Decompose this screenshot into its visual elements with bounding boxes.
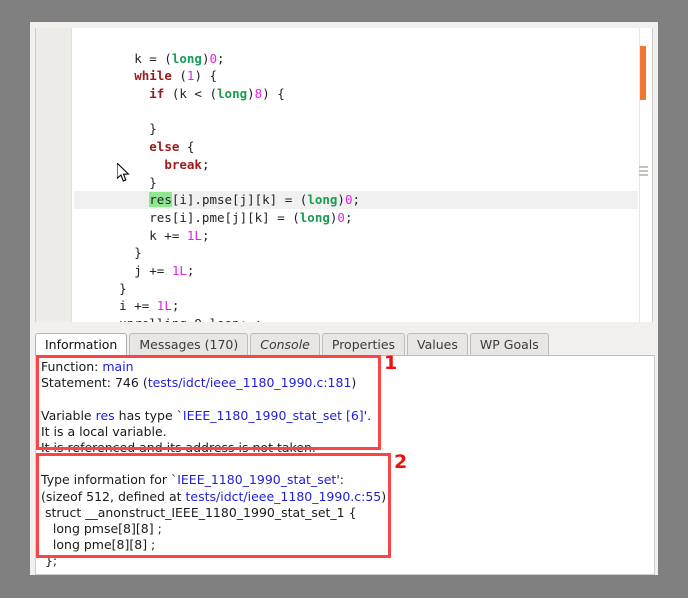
splitter-grip-icon[interactable] (639, 166, 648, 177)
code-line: break; (164, 156, 210, 172)
bottom-panel-tabbar: Information Messages (170) Console Prope… (35, 333, 655, 356)
tab-label: Information (45, 337, 118, 352)
code-line: } (74, 245, 142, 261)
variable-mid: has type ` (118, 407, 183, 423)
code-editor-frame[interactable]: k = (long)0; while (1) { if (k < (long)8… (35, 28, 653, 323)
tab-information[interactable]: Information (35, 333, 128, 355)
code-line-highlighted: res[i].pmse[j][k] = (long)0; (74, 191, 638, 209)
function-label: Function: (41, 359, 99, 374)
variable-name-link[interactable]: res (96, 408, 115, 423)
source-code-text[interactable]: k = (long)0; while (1) { if (k < (long)8… (74, 28, 638, 322)
code-line: res[i].pme[j][k] = (long)0; (74, 209, 353, 225)
tab-messages[interactable]: Messages (170) (129, 333, 249, 355)
editor-scroll-marker[interactable] (640, 46, 646, 100)
code-line: k += 1L; (74, 227, 210, 243)
code-line: j += 1L; (74, 262, 195, 278)
information-block-1: Function: main Statement: 746 (tests/idct… (41, 359, 652, 456)
statement-location-link[interactable]: tests/idct/ieee_1180_1990.c:181 (148, 375, 352, 390)
tab-console[interactable]: Console (250, 333, 320, 355)
statement-label: Statement: (41, 375, 111, 391)
code-line: i += 1L; (74, 298, 180, 314)
statement-line: Statement: 746 (tests/idct/ieee_1180_199… (41, 375, 357, 391)
struct-field-pmse: long pmse[8][8] ; (41, 521, 162, 536)
information-block-2: Type information for `IEEE_1180_1990_sta… (41, 472, 652, 569)
code-line: } (74, 174, 157, 190)
function-line: Function: main (41, 359, 652, 375)
tab-label: Values (417, 337, 458, 352)
code-line: else { (149, 139, 195, 155)
type-info-header: Type information for `IEEE_1180_1990_sta… (41, 472, 652, 488)
variable-note-local: It is a local variable. (41, 423, 167, 439)
variable-suffix: '. (363, 407, 372, 423)
struct-close-line: }; (41, 553, 58, 569)
code-line: k = (long)0; (74, 50, 225, 66)
tab-values[interactable]: Values (407, 333, 468, 355)
annotation-number-2: 2 (394, 451, 408, 473)
tab-label: Console (260, 337, 310, 352)
tab-label: Properties (331, 337, 396, 352)
tab-wp-goals[interactable]: WP Goals (469, 333, 549, 355)
editor-gutter (36, 28, 72, 322)
function-name-link[interactable]: main (102, 359, 133, 374)
code-line: } (74, 280, 127, 296)
sizeof-prefix: (sizeof 512, defined at (41, 488, 186, 504)
code-line: if (k < (long)8) { (149, 86, 285, 102)
code-line: } (74, 121, 157, 137)
variable-note-address: It is referenced and its address is not … (41, 440, 316, 455)
type-sizeof-line: (sizeof 512, defined at tests/idct/ieee_… (41, 489, 652, 505)
app-root: k = (long)0; while (1) { if (k < (long)8… (0, 0, 688, 598)
variable-type-line: Variable res has type `IEEE_1180_1990_st… (41, 408, 652, 424)
sizeof-location-link[interactable]: tests/idct/ieee_1180_1990.c:55 (186, 489, 382, 504)
information-content: Function: main Statement: 746 (tests/idct… (41, 359, 652, 574)
selected-token-res[interactable]: res (149, 192, 172, 208)
panel-splitter[interactable] (30, 166, 658, 330)
code-editor-region: k = (long)0; while (1) { if (k < (long)8… (30, 25, 658, 325)
variable-type-link[interactable]: IEEE_1180_1990_stat_set [6] (183, 408, 364, 423)
tab-label: Messages (170) (139, 337, 239, 352)
annotation-number-1: 1 (384, 352, 398, 374)
type-info-suffix: ': (336, 472, 344, 488)
variable-prefix: Variable (41, 407, 92, 423)
struct-field-pme: long pme[8][8] ; (41, 537, 156, 553)
information-panel[interactable]: Function: main Statement: 746 (tests/idct… (35, 356, 655, 575)
statement-number: 746 (114, 375, 139, 391)
sizeof-suffix: ) (381, 488, 387, 504)
tab-label: WP Goals (479, 337, 539, 352)
type-name-link[interactable]: IEEE_1180_1990_stat_set (177, 472, 336, 487)
code-line: while (1) { (134, 68, 218, 84)
struct-open-line: struct __anonstruct_IEEE_1180_1990_stat_… (41, 504, 357, 520)
code-line: unrolling_9_loop: ; (74, 315, 638, 322)
type-info-prefix: Type information for ` (41, 472, 178, 488)
